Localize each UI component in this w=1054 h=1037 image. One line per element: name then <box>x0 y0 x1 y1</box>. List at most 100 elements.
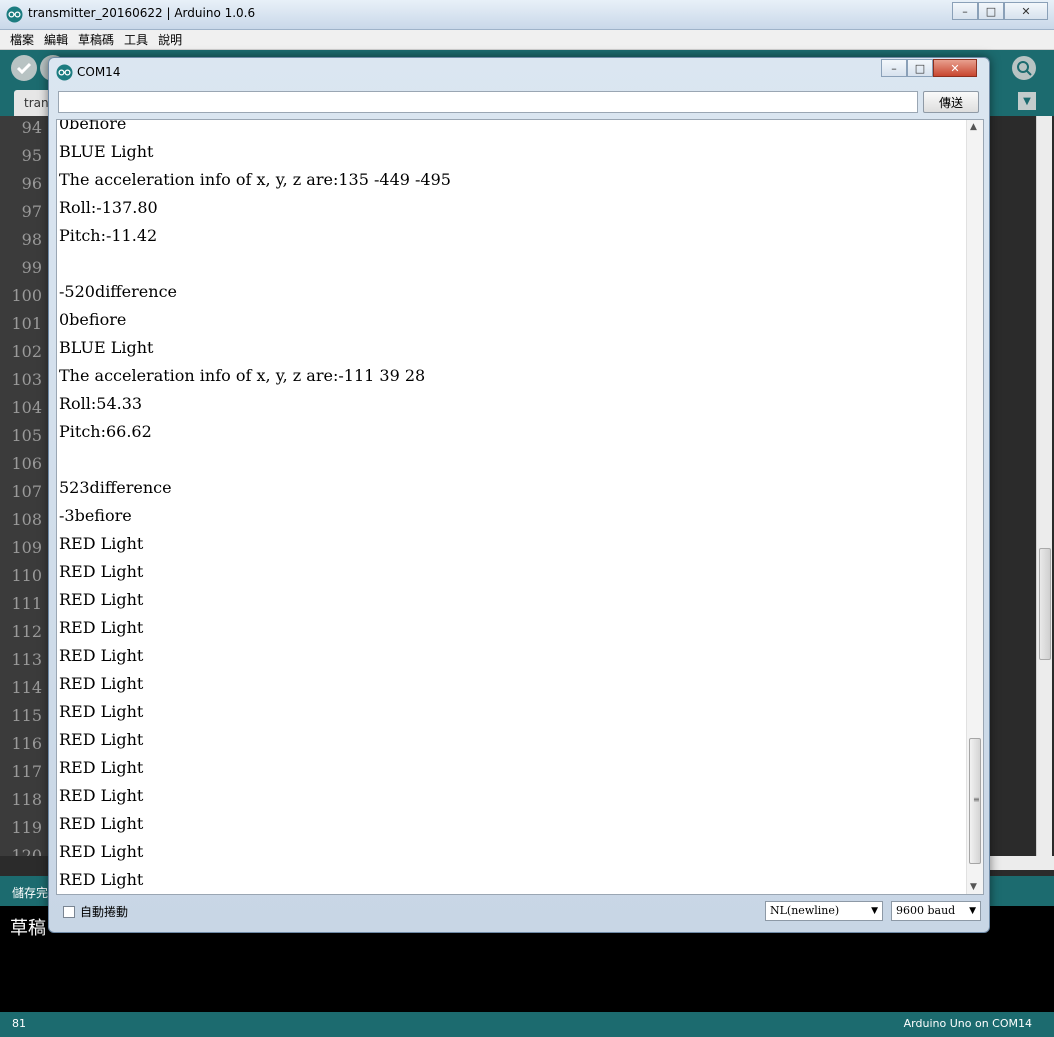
arduino-logo-icon <box>6 6 23 23</box>
close-button[interactable]: ✕ <box>1004 2 1048 20</box>
output-line: RED Light <box>59 842 144 861</box>
editor-horizontal-scrollbar[interactable] <box>988 856 1054 870</box>
grip-icon: ≡ <box>973 795 980 804</box>
output-line: 0befiore <box>59 119 127 133</box>
ide-titlebar: transmitter_20160622 | Arduino 1.0.6 – □… <box>0 0 1054 30</box>
line-number: 118 <box>11 790 42 809</box>
output-line: RED Light <box>59 870 144 889</box>
output-line: RED Light <box>59 758 144 777</box>
line-number-gutter: 94 95 96 97 98 99 100 101 102 103 104 10… <box>0 116 48 856</box>
status-text: 儲存完 <box>12 886 49 900</box>
scroll-up-icon[interactable]: ▲ <box>970 122 977 132</box>
ide-window-title: transmitter_20160622 | Arduino 1.0.6 <box>28 6 256 20</box>
verify-icon[interactable] <box>11 55 37 81</box>
serial-monitor-icon[interactable] <box>1012 56 1036 80</box>
output-line: RED Light <box>59 786 144 805</box>
output-line: -520difference <box>59 282 177 301</box>
arduino-logo-icon <box>56 64 73 81</box>
line-number: 99 <box>21 258 42 277</box>
output-line: BLUE Light <box>59 338 154 357</box>
line-ending-select[interactable]: NL(newline) ▼ <box>765 901 883 921</box>
autoscroll-checkbox[interactable]: 自動捲動 <box>63 903 128 920</box>
output-line: RED Light <box>59 618 144 637</box>
line-ending-value: NL(newline) <box>770 904 840 917</box>
console-text: 草稿 <box>10 918 46 939</box>
line-number: 96 <box>21 174 42 193</box>
output-line: Pitch:66.62 <box>59 422 152 441</box>
line-number: 119 <box>11 818 42 837</box>
ide-window-controls: – □ ✕ <box>952 2 1048 20</box>
menubar: 檔案 編輯 草稿碼 工具 說明 <box>0 30 1054 50</box>
scroll-down-icon[interactable]: ▼ <box>970 882 977 892</box>
output-line: Pitch:-11.42 <box>59 226 158 245</box>
baud-rate-select[interactable]: 9600 baud ▼ <box>891 901 981 921</box>
line-number: 104 <box>11 398 42 417</box>
line-number: 101 <box>11 314 42 333</box>
line-number: 109 <box>11 538 42 557</box>
line-number: 103 <box>11 370 42 389</box>
output-line: -3befiore <box>59 506 132 525</box>
footer-bar: 81 Arduino Uno on COM14 <box>0 1012 1054 1037</box>
menu-file[interactable]: 檔案 <box>10 31 34 48</box>
baud-rate-value: 9600 baud <box>896 904 956 917</box>
output-line: RED Light <box>59 702 144 721</box>
output-line: RED Light <box>59 674 144 693</box>
menu-help[interactable]: 說明 <box>158 31 182 48</box>
current-line-number: 81 <box>12 1017 26 1030</box>
chevron-down-icon: ▼ <box>871 906 878 916</box>
line-number: 114 <box>11 678 42 697</box>
output-line: The acceleration info of x, y, z are:-11… <box>59 366 426 385</box>
serial-window-controls: – □ ✕ <box>881 59 977 77</box>
output-lines: 0befiore BLUE Light The acceleration info … <box>59 119 964 894</box>
line-number: 97 <box>21 202 42 221</box>
checkbox-box[interactable] <box>63 905 75 918</box>
menu-edit[interactable]: 編輯 <box>44 31 68 48</box>
chevron-down-icon: ▼ <box>969 906 976 916</box>
maximize-button[interactable]: □ <box>907 59 933 77</box>
output-line: RED Light <box>59 562 144 581</box>
output-line: Roll:-137.80 <box>59 198 158 217</box>
line-number: 111 <box>11 594 42 613</box>
menu-sketch[interactable]: 草稿碼 <box>78 31 114 48</box>
close-button[interactable]: ✕ <box>933 59 977 77</box>
output-line: RED Light <box>59 534 144 553</box>
line-number: 120 <box>11 846 42 856</box>
maximize-button[interactable]: □ <box>978 2 1004 20</box>
line-number: 98 <box>21 230 42 249</box>
line-number: 116 <box>11 734 42 753</box>
minimize-button[interactable]: – <box>952 2 978 20</box>
output-line: RED Light <box>59 646 144 665</box>
line-number: 108 <box>11 510 42 529</box>
output-line: The acceleration info of x, y, z are:135… <box>59 170 451 189</box>
scrollbar-thumb[interactable] <box>1039 548 1051 660</box>
output-vertical-scrollbar[interactable]: ▲ ≡ ▼ <box>966 120 983 894</box>
scrollbar-thumb[interactable]: ≡ <box>969 738 981 864</box>
tab-menu-dropdown-icon[interactable]: ▼ <box>1018 92 1036 110</box>
send-button[interactable]: 傳送 <box>923 91 979 113</box>
line-number: 106 <box>11 454 42 473</box>
serial-monitor-title: COM14 <box>77 65 121 79</box>
output-line: BLUE Light <box>59 142 154 161</box>
output-line: RED Light <box>59 590 144 609</box>
output-line: RED Light <box>59 814 144 833</box>
line-number: 112 <box>11 622 42 641</box>
board-port-label: Arduino Uno on COM14 <box>903 1017 1032 1030</box>
output-line: RED Light <box>59 730 144 749</box>
menu-tools[interactable]: 工具 <box>124 31 148 48</box>
serial-output[interactable]: 0befiore BLUE Light The acceleration info … <box>56 119 984 895</box>
output-line: 523difference <box>59 478 172 497</box>
line-number: 107 <box>11 482 42 501</box>
line-number: 94 <box>21 118 42 137</box>
line-number: 102 <box>11 342 42 361</box>
editor-vertical-scrollbar[interactable] <box>1036 116 1052 856</box>
minimize-button[interactable]: – <box>881 59 907 77</box>
send-input[interactable] <box>58 91 918 113</box>
line-number: 115 <box>11 706 42 725</box>
line-number: 110 <box>11 566 42 585</box>
line-number: 100 <box>11 286 42 305</box>
serial-monitor-window: COM14 – □ ✕ 傳送 0befiore BLUE Light The acc… <box>48 57 990 933</box>
serial-monitor-titlebar: COM14 – □ ✕ <box>49 58 989 86</box>
autoscroll-label: 自動捲動 <box>80 905 129 919</box>
